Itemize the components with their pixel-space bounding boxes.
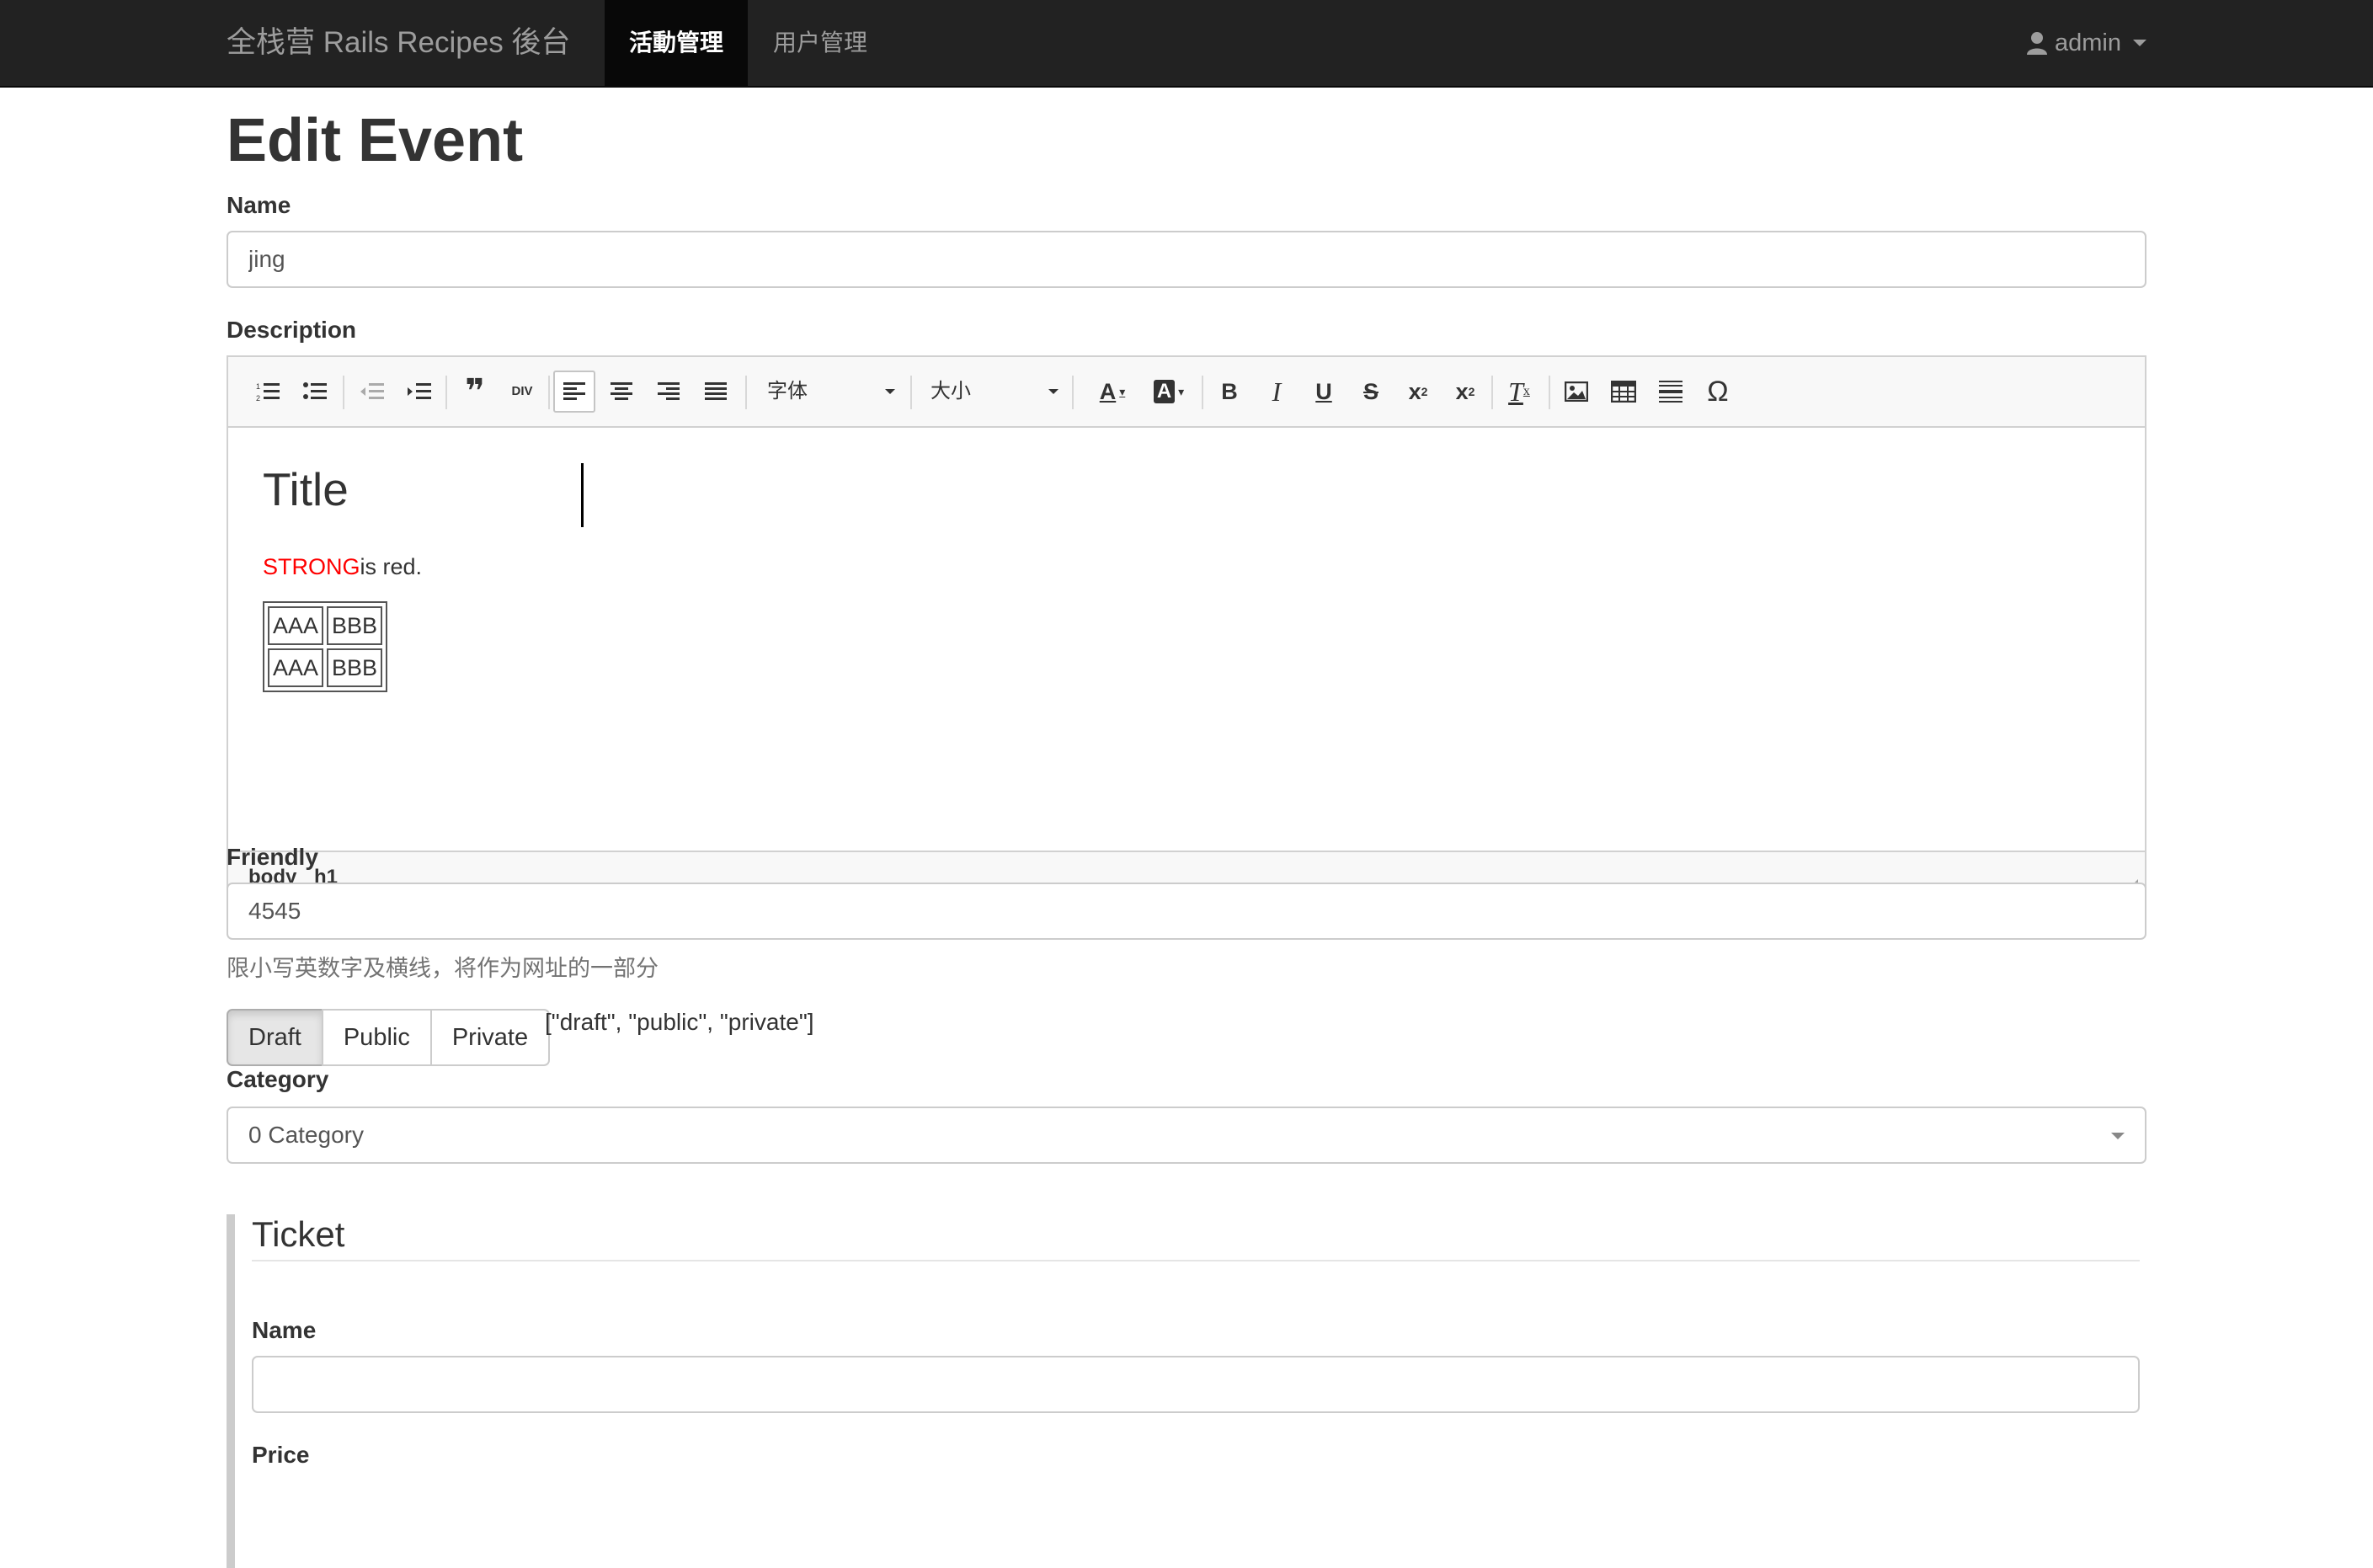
name-input[interactable] <box>227 231 2146 288</box>
editor-strong-text: STRONG <box>263 554 360 579</box>
editor-table: AAA BBB AAA BBB <box>263 601 388 692</box>
table-icon[interactable] <box>1602 371 1645 413</box>
editor-heading: Title <box>263 463 349 515</box>
toolbar-separator <box>548 376 550 409</box>
top-navbar: 全栈营 Rails Recipes 後台 活動管理 用户管理 admin <box>0 0 2373 88</box>
underline-icon[interactable]: U <box>1303 371 1345 413</box>
align-justify-icon[interactable] <box>695 371 737 413</box>
page-title: Edit Event <box>227 107 524 174</box>
font-size-select-label: 大小 <box>931 380 971 403</box>
table-row: AAA BBB <box>268 648 383 687</box>
status-draft-button[interactable]: Draft <box>227 1009 323 1066</box>
friendly-label: Friendly <box>227 844 318 870</box>
editor-toolbar: 12 ❞ DIV 字体 大小 A ▾ A ▾ B I U S x 2 x 2 T… <box>228 357 2145 428</box>
italic-icon[interactable]: I <box>1256 371 1298 413</box>
rich-text-editor: 12 ❞ DIV 字体 大小 A ▾ A ▾ B I U S x 2 x 2 T… <box>227 355 2146 903</box>
editor-paragraph: STRONGis red. <box>263 554 422 580</box>
table-cell[interactable]: BBB <box>327 648 383 687</box>
editor-normal-text: is red. <box>360 554 423 579</box>
table-row: AAA BBB <box>268 606 383 645</box>
special-character-icon[interactable]: Ω <box>1697 371 1739 413</box>
chevron-down-icon <box>2133 40 2146 46</box>
status-button-group: Draft Public Private <box>227 1009 551 1066</box>
user-icon <box>2027 32 2047 55</box>
status-public-button[interactable]: Public <box>321 1009 432 1066</box>
friendly-help-text: 限小写英数字及横线，将作为网址的一部分 <box>227 956 659 981</box>
align-right-icon[interactable] <box>648 371 690 413</box>
category-label: Category <box>227 1066 329 1092</box>
bold-icon[interactable]: B <box>1208 371 1250 413</box>
toolbar-separator <box>1202 376 1203 409</box>
font-size-select[interactable]: 大小 <box>931 372 1059 411</box>
div-container-icon[interactable]: DIV <box>501 371 543 413</box>
ticket-legend: Ticket <box>252 1214 2140 1261</box>
font-family-select-label: 字体 <box>767 380 808 403</box>
subscript-icon[interactable]: x2 <box>1397 371 1439 413</box>
chevron-down-icon <box>885 389 895 394</box>
outdent-icon[interactable] <box>351 371 393 413</box>
superscript-icon[interactable]: x2 <box>1444 371 1486 413</box>
text-color-icon[interactable]: A ▾ <box>1087 371 1138 413</box>
brand-link[interactable]: 全栈营 Rails Recipes 後台 <box>227 0 570 86</box>
toolbar-separator <box>343 376 344 409</box>
category-select[interactable]: 0 Category <box>227 1107 2146 1164</box>
ticket-name-input[interactable] <box>252 1356 2140 1413</box>
chevron-down-icon <box>2111 1133 2125 1139</box>
user-name: admin <box>2055 29 2121 56</box>
description-label: Description <box>227 317 357 343</box>
status-options-text: ["draft", "public", "private"] <box>545 1009 814 1035</box>
toolbar-separator <box>745 376 747 409</box>
nav-item-events[interactable]: 活動管理 <box>605 0 749 86</box>
ticket-price-label: Price <box>252 1442 310 1468</box>
font-family-select[interactable]: 字体 <box>767 372 895 411</box>
horizontal-line-icon[interactable] <box>1650 371 1692 413</box>
strikethrough-icon[interactable]: S <box>1350 371 1392 413</box>
category-selected-value: 0 Category <box>248 1122 364 1148</box>
status-private-button[interactable]: Private <box>429 1009 551 1066</box>
table-cell[interactable]: BBB <box>327 606 383 645</box>
bullet-list-icon[interactable] <box>294 371 336 413</box>
text-cursor <box>581 463 584 527</box>
table-cell[interactable]: AAA <box>268 606 324 645</box>
toolbar-separator <box>910 376 912 409</box>
ordered-list-icon[interactable]: 12 <box>247 371 289 413</box>
name-label: Name <box>227 192 291 218</box>
chevron-down-icon <box>1048 389 1059 394</box>
image-icon[interactable] <box>1555 371 1597 413</box>
toolbar-separator <box>1549 376 1550 409</box>
ticket-fieldset: Ticket Name Price <box>227 1214 2140 1568</box>
table-cell[interactable]: AAA <box>268 648 324 687</box>
toolbar-separator <box>1491 376 1493 409</box>
svg-text:2: 2 <box>256 394 260 403</box>
friendly-input[interactable] <box>227 883 2146 940</box>
editor-content-area[interactable]: Title STRONGis red. AAA BBB AAA BBB <box>228 429 2145 854</box>
toolbar-separator <box>445 376 447 409</box>
align-left-icon[interactable] <box>553 371 595 413</box>
toolbar-separator <box>1072 376 1074 409</box>
remove-format-icon[interactable]: Tx <box>1498 371 1540 413</box>
svg-text:1: 1 <box>256 382 260 391</box>
nav-item-users[interactable]: 用户管理 <box>749 0 892 86</box>
user-dropdown[interactable]: admin <box>2026 0 2146 86</box>
align-center-icon[interactable] <box>600 371 643 413</box>
ticket-name-label: Name <box>252 1317 317 1343</box>
background-color-icon[interactable]: A ▾ <box>1143 371 1195 413</box>
indent-icon[interactable] <box>398 371 440 413</box>
blockquote-icon[interactable]: ❞ <box>454 371 496 413</box>
